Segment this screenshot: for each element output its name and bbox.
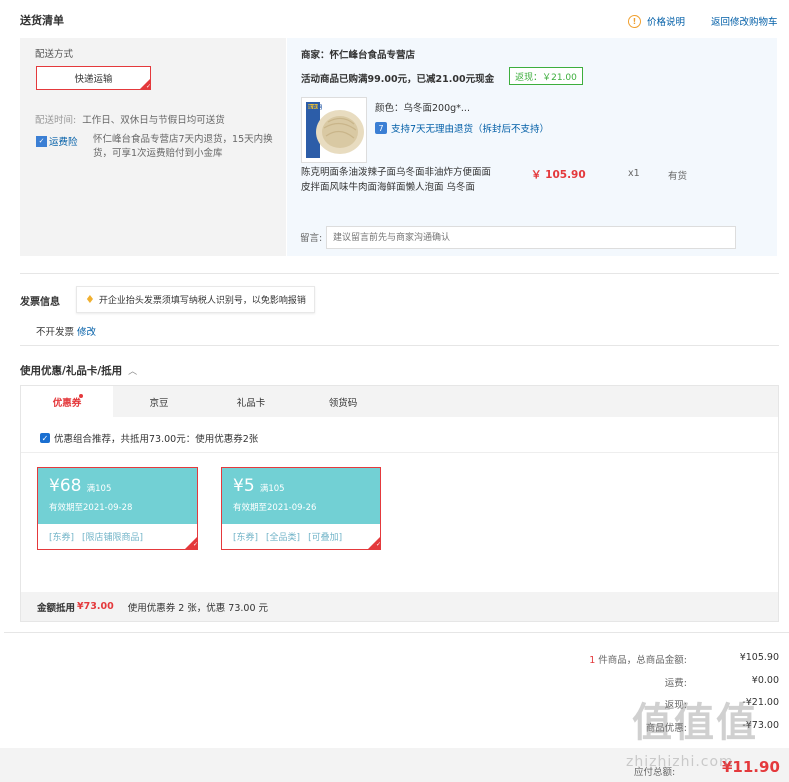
coupon-tag: [可叠加]: [308, 533, 343, 543]
summary-count-suffix: 件商品，总商品金额:: [598, 655, 687, 666]
tab-coupons[interactable]: 优惠券: [21, 386, 113, 417]
coupon-tag: [全品类]: [266, 533, 301, 543]
delivery-time-label: 配送时间:: [35, 115, 77, 126]
product-image-logo: 陈克明: [307, 105, 323, 111]
checkbox-checked-icon[interactable]: ✓: [40, 433, 50, 443]
chevron-up-icon: ︿: [128, 367, 138, 377]
delivery-method-label: 配送方式: [35, 49, 74, 60]
combo-recommend[interactable]: ✓ 优惠组合推荐，共抵用73.00元：使用优惠券2张: [40, 431, 258, 445]
amount-deduct-desc: 使用优惠券 2 张，优惠 73.00 元: [127, 602, 269, 614]
watermark-logo: 值值值: [632, 700, 758, 746]
coupon-tags: [东券] [限店铺限商品]: [38, 524, 197, 543]
coupon-amount: ¥5: [233, 476, 255, 496]
note-input[interactable]: [326, 226, 736, 249]
rebate-badge: 返现：￥21.00: [509, 67, 583, 85]
invoice-tip: ♦ 开企业抬头发票须填写纳税人识别号，以免影响报销: [76, 286, 315, 313]
coupon-card[interactable]: ¥68 满105 有效期至2021-09-28 [东券] [限店铺限商品]: [37, 467, 198, 550]
coupon-tag: [东券]: [49, 533, 75, 543]
coupon-card[interactable]: ¥5 满105 有效期至2021-09-26 [东券] [全品类] [可叠加]: [221, 467, 381, 550]
return-policy: 7 支持7天无理由退货（拆封后不支持）: [375, 121, 549, 135]
amount-deduct-value: ¥73.00: [77, 601, 114, 612]
shipping-insurance-text: 怀仁峰台食品专营店7天内退货，15天内换货，可享1次运费赔付到小金库: [93, 134, 273, 159]
delivery-time-value: 工作日、双休日与节假日均可送货: [82, 115, 225, 126]
product-name[interactable]: 陈克明面条油泼辣子面乌冬面非油炸方便面面皮拌面风味牛肉面海鲜面懒人泡面 乌冬面: [301, 165, 491, 195]
coupon-tag: [东券]: [233, 533, 259, 543]
product-color-spec: 颜色：乌冬面200g*...: [375, 103, 470, 114]
coupon-tags: [东券] [全品类] [可叠加]: [222, 524, 380, 543]
summary-goods-total: 1 件商品，总商品金额: ¥105.90: [567, 652, 779, 666]
divider: [4, 632, 789, 633]
express-delivery-label: 快递运输: [74, 74, 113, 85]
product-stock-status: 有货: [668, 171, 688, 182]
express-delivery-option[interactable]: 快递运输: [36, 66, 151, 90]
return-icon: 7: [375, 122, 387, 134]
invoice-status-text: 不开发票: [36, 327, 75, 338]
invoice-title: 发票信息: [20, 297, 60, 308]
summary-shipping-label: 运费:: [664, 678, 687, 689]
selected-check-icon: [140, 79, 151, 90]
summary-goods-value: ¥105.90: [739, 652, 779, 663]
price-explain-link[interactable]: ! 价格说明: [628, 14, 685, 28]
shipping-insurance-label: 运费险: [49, 137, 78, 148]
coupon-tag: [限店铺限商品]: [82, 533, 144, 543]
page-title: 送货清单: [20, 14, 64, 27]
coupon-section-toggle[interactable]: 使用优惠/礼品卡/抵用 ︿: [20, 363, 137, 378]
return-policy-text: 支持7天无理由退货（拆封后不支持）: [391, 124, 550, 135]
note-label: 留言:: [300, 233, 323, 244]
invoice-tip-text: 开企业抬头发票须填写纳税人识别号，以免影响报销: [98, 296, 306, 306]
product-quantity: x1: [628, 168, 640, 179]
coupon-amount: ¥68: [49, 476, 82, 496]
tab-gift-card[interactable]: 礼品卡: [205, 386, 297, 417]
coupon-validity: 有效期至2021-09-26: [233, 503, 317, 513]
divider: [20, 345, 779, 346]
watermark-url: zhizhizhi.com: [626, 754, 734, 770]
delivery-time: 配送时间: 工作日、双休日与节假日均可送货: [35, 112, 225, 126]
invoice-modify-link[interactable]: 修改: [77, 327, 96, 338]
coupon-header: ¥68 满105 有效期至2021-09-28: [38, 468, 197, 524]
tab-jingdou[interactable]: 京豆: [113, 386, 205, 417]
shop-name: 商家：怀仁峰台食品专营店: [301, 50, 416, 61]
invoice-status: 不开发票 修改: [36, 324, 96, 338]
shipping-insurance-link[interactable]: ✓ 运费险: [36, 134, 78, 148]
price-explain-label: 价格说明: [647, 17, 686, 28]
info-icon: !: [628, 14, 641, 28]
divider: [20, 273, 779, 274]
coupon-header: ¥5 满105 有效期至2021-09-26: [222, 468, 380, 524]
combo-recommend-text: 优惠组合推荐，共抵用73.00元：使用优惠券2张: [54, 434, 259, 445]
lightbulb-icon: ♦: [85, 293, 95, 306]
new-dot-icon: [79, 394, 83, 398]
promotion-text: 活动商品已购满99.00元，已减21.00元现金: [301, 74, 495, 85]
tab-coupons-label: 优惠券: [52, 397, 82, 409]
coupon-section-title: 使用优惠/礼品卡/抵用: [20, 365, 123, 377]
selected-check-icon: [185, 537, 198, 549]
back-to-cart-link[interactable]: 返回修改购物车: [711, 14, 778, 28]
amount-deduct-label: 金额抵用: [37, 602, 76, 614]
summary-count: 1: [589, 655, 596, 666]
shield-icon: ✓: [36, 135, 47, 147]
coupon-amount-bar: 金额抵用 ¥73.00 使用优惠券 2 张，优惠 73.00 元: [21, 592, 778, 621]
summary-shipping-value: ¥0.00: [751, 675, 779, 686]
tab-redeem-code[interactable]: 领货码: [297, 386, 389, 417]
coupon-condition: 满105: [259, 484, 285, 494]
product-image[interactable]: 陈克明: [301, 97, 367, 163]
coupon-validity: 有效期至2021-09-28: [49, 503, 133, 513]
summary-shipping: 运费: ¥0.00: [567, 675, 779, 689]
selected-check-icon: [368, 537, 381, 549]
coupon-condition: 满105: [86, 484, 112, 494]
product-price: ￥ 105.90: [531, 169, 586, 181]
summary-goods-label: 1 件商品，总商品金额:: [567, 652, 687, 666]
